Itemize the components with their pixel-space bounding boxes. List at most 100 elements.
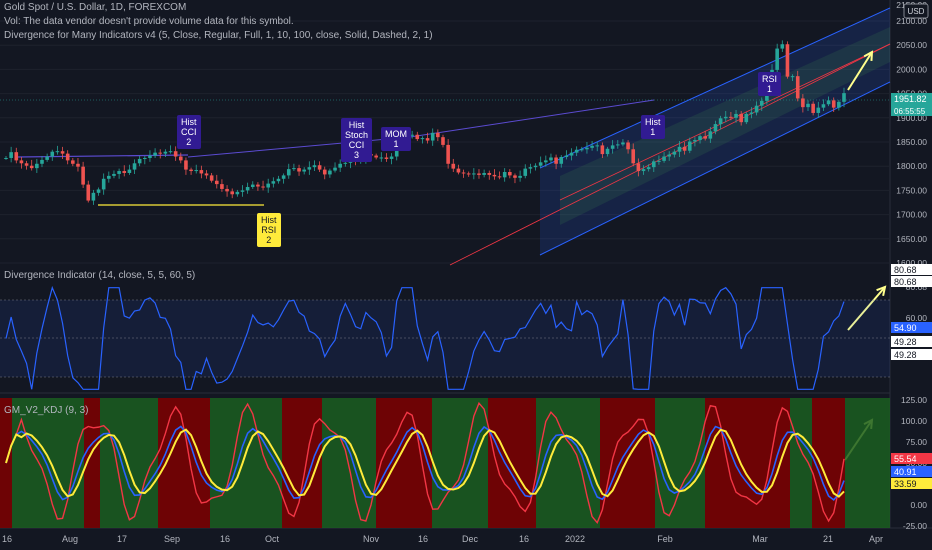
candle	[271, 181, 276, 184]
candle	[312, 165, 317, 168]
candle	[718, 118, 723, 125]
candle	[569, 152, 574, 156]
candle	[708, 131, 713, 139]
candle	[168, 151, 173, 153]
candle	[785, 44, 790, 77]
candle	[127, 169, 132, 173]
kdj-zone	[600, 398, 655, 528]
time-tick: Apr	[869, 534, 883, 544]
kdj-zone	[12, 398, 84, 528]
candle	[533, 165, 538, 168]
candle	[384, 157, 389, 159]
candle	[831, 100, 836, 108]
divergence-label-line: Hist	[645, 117, 661, 127]
p3-value-label: 55.54	[894, 454, 917, 464]
divergence-label-line: 2	[186, 137, 192, 147]
time-tick: 2022	[565, 534, 585, 544]
candle	[322, 169, 327, 175]
p3-tick: -25.00	[903, 521, 927, 531]
p3-tick: 100.00	[901, 416, 927, 426]
divergence-label-line: CCI	[181, 127, 197, 137]
candle	[184, 160, 188, 170]
candle	[795, 76, 800, 99]
candle	[662, 156, 666, 161]
candle	[816, 107, 821, 113]
candle	[621, 142, 625, 145]
kdj-zone	[488, 398, 536, 528]
divergence-label: Hist 1	[641, 115, 665, 139]
candle	[153, 152, 157, 156]
candle	[430, 132, 435, 141]
candle	[497, 176, 502, 178]
candle	[9, 152, 13, 158]
candle	[657, 160, 661, 162]
candle	[544, 160, 548, 163]
candle	[739, 113, 743, 123]
candle	[415, 134, 420, 140]
candle	[45, 156, 49, 160]
divergence-line-hist	[409, 99, 655, 138]
time-tick: 16	[2, 534, 12, 544]
candle	[143, 157, 147, 159]
time-tick: 17	[117, 534, 127, 544]
candle	[307, 167, 312, 170]
candle	[189, 169, 193, 172]
candle	[482, 172, 486, 175]
candle	[456, 168, 461, 173]
candle	[101, 178, 106, 190]
divergence-label-line: Hist	[348, 120, 365, 130]
kdj-zone	[100, 398, 158, 528]
candle	[775, 48, 779, 70]
candle	[76, 163, 80, 167]
candle	[734, 113, 738, 118]
p2-value-label: 80.68	[894, 265, 917, 275]
candle	[178, 156, 183, 161]
candle	[122, 171, 127, 173]
time-tick: Dec	[462, 534, 479, 544]
candle	[266, 183, 270, 188]
price-tick: 1700.00	[896, 210, 927, 220]
candle	[148, 155, 152, 158]
candle	[204, 173, 209, 176]
time-tick: 16	[418, 534, 428, 544]
candle	[245, 187, 250, 191]
candle	[338, 163, 342, 168]
p3-tick: 75.00	[906, 437, 928, 447]
candle	[677, 146, 682, 152]
candle	[580, 149, 584, 151]
candle	[112, 173, 116, 176]
kdj-zone	[845, 398, 890, 528]
candle	[826, 100, 831, 105]
time-tick: Sep	[164, 534, 180, 544]
candle	[86, 184, 91, 201]
candle	[651, 161, 656, 168]
divergence-label-line: 3	[354, 150, 360, 160]
channel-mid-line	[559, 43, 891, 201]
divergence-label-line: Hist	[261, 215, 277, 225]
candle	[615, 144, 620, 146]
candle	[50, 151, 55, 157]
divergence-label: Hist Stoch CCI 3	[341, 118, 373, 162]
divergence-label-line: RSI	[762, 74, 778, 84]
candle	[646, 167, 651, 170]
volume-note: Vol: The data vendor doesn't provide vol…	[4, 16, 294, 27]
candle	[698, 136, 702, 141]
candle	[286, 169, 291, 176]
candle	[163, 151, 168, 154]
candle	[24, 163, 29, 166]
candle	[158, 152, 163, 154]
candle	[107, 175, 111, 179]
candle	[343, 162, 348, 164]
candle	[425, 138, 430, 141]
p3-tick: 0.00	[910, 500, 927, 510]
candle	[209, 175, 214, 181]
divergence-line-stoch	[187, 136, 411, 158]
countdown-label: 06:55:55	[894, 107, 926, 116]
candle	[693, 140, 697, 142]
time-tick: Mar	[752, 534, 768, 544]
candle	[636, 163, 641, 172]
divergence-label-line: MOM	[385, 129, 407, 139]
candle	[842, 93, 846, 102]
divergence-label: MOM 1	[381, 127, 411, 151]
candle	[65, 153, 70, 161]
